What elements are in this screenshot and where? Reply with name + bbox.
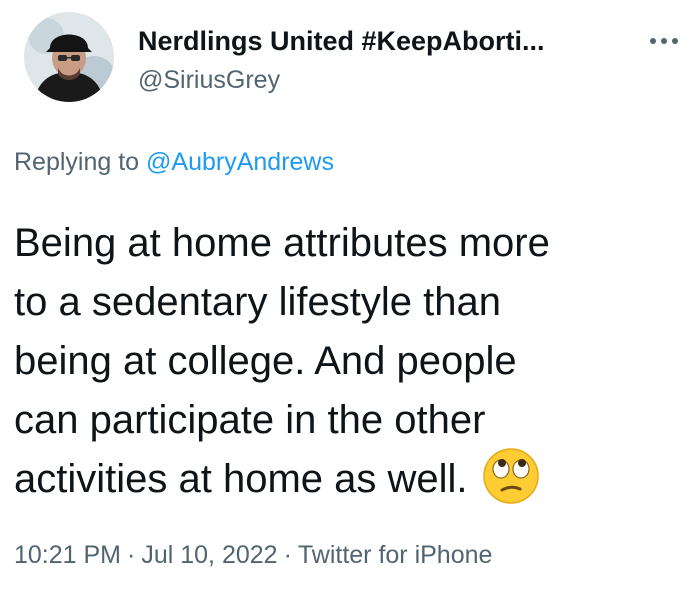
- reply-mention-link[interactable]: @AubryAndrews: [146, 148, 334, 176]
- meta-separator: ·: [127, 541, 136, 569]
- avatar[interactable]: [24, 12, 114, 102]
- more-horizontal-icon: [650, 38, 678, 44]
- replying-to-label: Replying to: [14, 148, 140, 176]
- tweet-text-line: being at college. And people: [14, 339, 517, 383]
- display-name[interactable]: Nerdlings United #KeepAborti...: [138, 26, 545, 57]
- tweet-text-line: to a sedentary lifestyle than: [14, 280, 501, 324]
- user-handle[interactable]: @SiriusGrey: [138, 66, 280, 95]
- tweet-text-line-last: activities at home as well.: [14, 447, 694, 509]
- tweet-text-line: can participate in the other: [14, 398, 486, 442]
- tweet-source-link[interactable]: Twitter for iPhone: [298, 541, 493, 569]
- profile-photo-icon: [24, 12, 114, 102]
- tweet-text-line: Being at home attributes more: [14, 221, 550, 265]
- tweet-header: Nerdlings United #KeepAborti... @SiriusG…: [24, 10, 694, 110]
- tweet-card: Nerdlings United #KeepAborti... @SiriusG…: [0, 0, 700, 599]
- tweet-meta: 10:21 PM · Jul 10, 2022 · Twitter for iPhone: [14, 541, 492, 570]
- tweet-time-link[interactable]: 10:21 PM: [14, 541, 121, 569]
- tweet-text: Being at home attributes more to a seden…: [14, 214, 694, 509]
- tweet-date-link[interactable]: Jul 10, 2022: [141, 541, 277, 569]
- rolling-eyes-emoji-icon: [482, 447, 540, 505]
- meta-separator: ·: [283, 541, 292, 569]
- replying-to: Replying to @AubryAndrews: [14, 148, 334, 177]
- more-options-button[interactable]: [644, 26, 684, 56]
- tweet-text-line-content: activities at home as well.: [14, 457, 468, 501]
